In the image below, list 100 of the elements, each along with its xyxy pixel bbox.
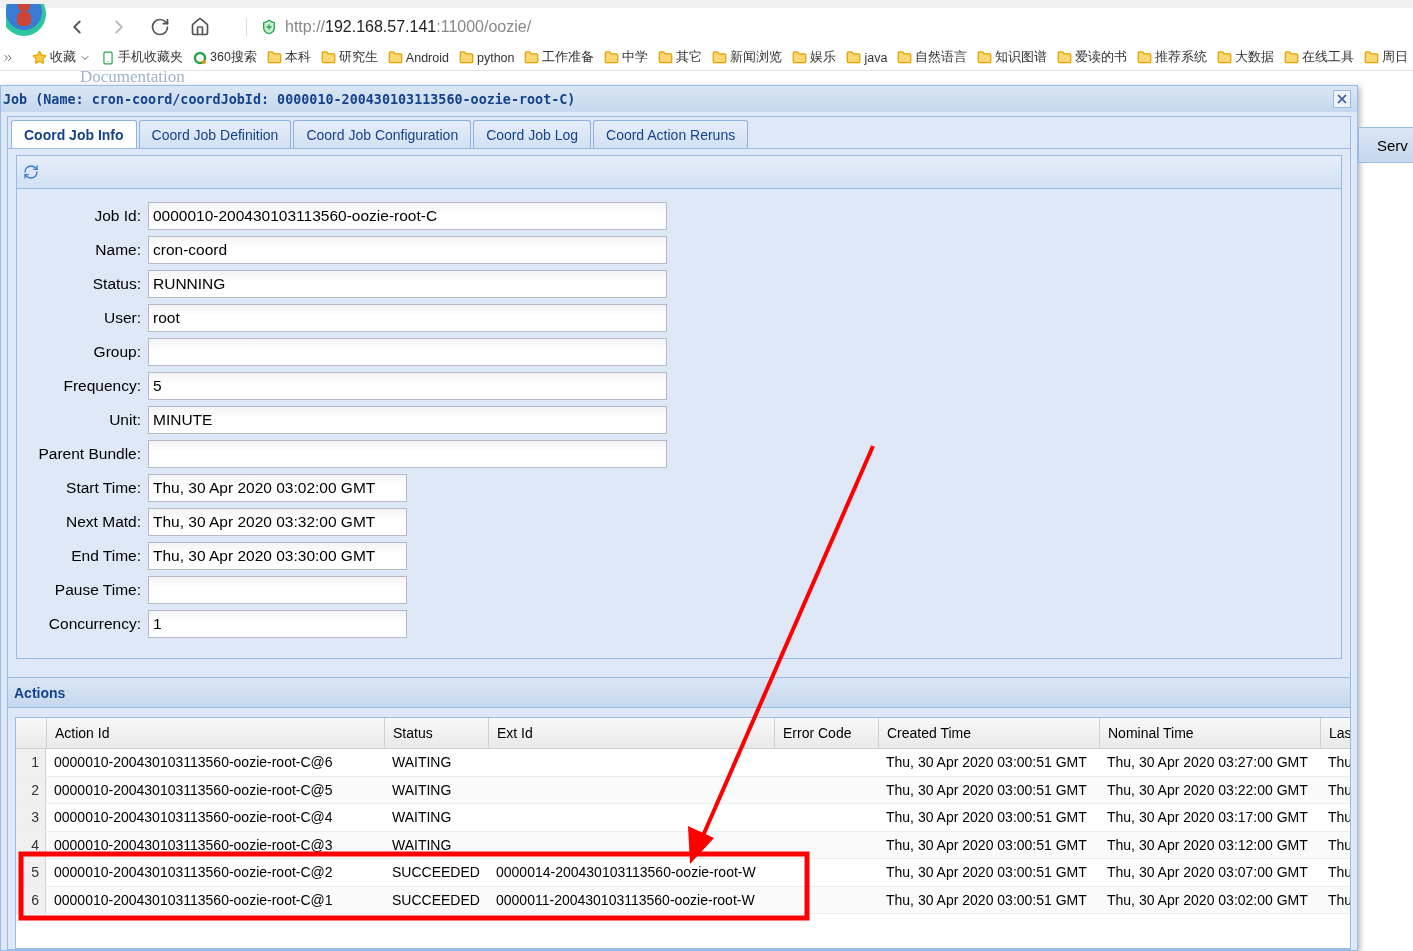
text-field[interactable]: 5 [148, 372, 667, 400]
tab[interactable]: Coord Job Info [11, 120, 137, 148]
folder-icon [1284, 50, 1300, 65]
row-number: 3 [16, 804, 46, 831]
table-cell-text: Thu, 30 Apr 2020 03:17:00 GMT [1106, 808, 1309, 828]
table-cell-text: SUCCEEDED [391, 890, 481, 910]
text-field[interactable] [148, 338, 667, 366]
bookmark-link[interactable]: 自然语言 [915, 49, 968, 66]
bookmark-link[interactable]: 大数据 [1235, 49, 1275, 66]
bookmark-link[interactable]: 中学 [622, 49, 649, 66]
text-field[interactable]: Thu, 30 Apr 2020 03:30:00 GMT [148, 542, 407, 570]
tab[interactable]: Coord Job Configuration [293, 120, 472, 148]
bookmark-link[interactable]: 爱读的书 [1075, 49, 1128, 66]
text-field[interactable]: root [148, 304, 667, 332]
bookmark-link[interactable]: 新闻浏览 [730, 49, 783, 66]
folder-icon [524, 50, 540, 65]
table-cell-text: Thu, 30 Apr 2020 03:00:51 GMT [885, 780, 1088, 800]
bookmark-link[interactable]: 知识图谱 [995, 49, 1048, 66]
column-header[interactable]: Action Id [47, 718, 385, 748]
phone-icon [101, 50, 115, 65]
home-icon[interactable] [190, 16, 210, 37]
bookmark-link[interactable]: java [864, 50, 888, 65]
text-field[interactable]: Thu, 30 Apr 2020 03:32:00 GMT [148, 508, 407, 536]
table-cell-text: Thu, 30 Apr 2020 03:27:00 GMT [1106, 753, 1309, 773]
row-number: 2 [16, 776, 46, 803]
table-cell-text: WAITING [391, 835, 453, 855]
table-cell-text: Thu, 30 Apr 2020 03:02:00 GMT [1106, 890, 1309, 910]
column-header[interactable]: Ext Id [489, 718, 775, 748]
bookmark-link[interactable]: 娱乐 [810, 49, 837, 66]
refresh-icon[interactable] [23, 164, 39, 180]
tab[interactable]: Coord Action Reruns [593, 120, 749, 148]
field-label: Frequency: [62, 377, 141, 395]
text-field[interactable] [148, 576, 407, 604]
table-cell-text: 0000010-200430103113560-oozie-root-C@2 [53, 863, 334, 883]
folder-icon [458, 50, 474, 65]
text-field[interactable]: cron-coord [148, 236, 667, 264]
bookmark-link[interactable]: Android [405, 50, 449, 65]
field-label: End Time: [70, 547, 141, 565]
field-label: Status: [91, 275, 141, 293]
text-field[interactable]: 0000010-200430103113560-oozie-root-C [148, 202, 667, 230]
table-cell-text: Thu, 30 Apr 2020 03:12:00 GMT [1106, 835, 1309, 855]
column-header[interactable]: Error Code [775, 718, 879, 748]
text-field[interactable] [148, 440, 667, 468]
text-field[interactable]: Thu, 30 Apr 2020 03:02:00 GMT [148, 474, 407, 502]
bookmark-link[interactable]: 研究生 [338, 49, 378, 66]
bookmark-link[interactable]: 在线工具 [1302, 49, 1355, 66]
field-label: Start Time: [65, 479, 141, 497]
table-cell-text: 0000014-200430103113560-oozie-root-W [495, 863, 757, 883]
table-cell-text: Thu, 30 Apr 2020 03:00:51 GMT [885, 753, 1088, 773]
column-header[interactable]: Nominal Time [1100, 718, 1321, 748]
folder-icon [897, 50, 913, 65]
field-label: Unit: [108, 411, 141, 429]
table-cell-text: Thu, 30 Apr 2020 03:00:51 GMT [885, 835, 1088, 855]
bookmark-link[interactable]: 360搜索 [210, 49, 257, 66]
table-cell-text: WAITING [391, 753, 453, 773]
bookmark-link[interactable]: 本科 [284, 49, 311, 66]
bookmark-link[interactable]: 收藏 [50, 49, 76, 66]
field-label: Pause Time: [53, 581, 141, 599]
bookmark-link[interactable]: 其它 [676, 49, 703, 66]
star-icon [32, 50, 47, 65]
bookmark-link[interactable]: 周日 [1382, 49, 1409, 66]
table-cell-text: WAITING [391, 780, 453, 800]
tab[interactable]: Coord Job Definition [138, 120, 292, 148]
side-panel-title: Serv [1377, 136, 1408, 154]
text-field[interactable]: MINUTE [148, 406, 667, 434]
folder-icon [266, 50, 282, 65]
folder-icon [320, 50, 336, 65]
address-field[interactable]: http://192.168.57.141:11000/oozie/ [285, 17, 532, 36]
tab[interactable]: Coord Job Log [473, 120, 591, 148]
table-cell-text: Thu, 30 Apr 2020 03:00:51 GMT [885, 863, 1088, 883]
table-cell-text: 0000010-200430103113560-oozie-root-C@1 [53, 890, 334, 910]
table-cell-text: 0000011-200430103113560-oozie-root-W [495, 890, 756, 910]
field-label: Name: [94, 241, 141, 259]
folder-icon [792, 50, 808, 65]
table-cell-text: 0000010-200430103113560-oozie-root-C@6 [53, 753, 334, 773]
text-field[interactable]: 1 [148, 610, 407, 638]
table-cell-text: 0000010-200430103113560-oozie-root-C@3 [53, 835, 334, 855]
field-label: Group: [92, 343, 141, 361]
panel-title: Actions [14, 684, 66, 701]
table-cell-text: 0000010-200430103113560-oozie-root-C@5 [53, 780, 334, 800]
column-header[interactable]: Status [385, 718, 489, 748]
bookmark-link[interactable]: 工作准备 [542, 49, 595, 66]
folder-icon [1364, 50, 1380, 65]
folder-icon [604, 50, 620, 65]
reload-icon[interactable] [150, 16, 170, 37]
close-button[interactable] [1333, 90, 1351, 108]
column-header[interactable]: Created Time [879, 718, 1100, 748]
bookmark-link[interactable]: python [476, 50, 515, 65]
field-label: Job Id: [93, 207, 141, 225]
folder-icon [1217, 50, 1233, 65]
window-title: Job (Name: cron-coord/coordJobId: 0000010-200430103113560-oozie-root-C) [3, 91, 576, 107]
bookmark-link[interactable]: 推荐系统 [1155, 49, 1208, 66]
text-field[interactable]: RUNNING [148, 270, 667, 298]
table-cell-text: Thu, 30 Apr 2020 03:22:00 GMT [1106, 780, 1309, 800]
folder-icon [387, 50, 403, 65]
folder-icon [846, 50, 862, 65]
bookmark-link[interactable]: 手机收藏夹 [118, 49, 183, 66]
table-cell-text: WAITING [391, 808, 453, 828]
folder-icon [658, 50, 674, 65]
folder-icon [712, 50, 728, 65]
